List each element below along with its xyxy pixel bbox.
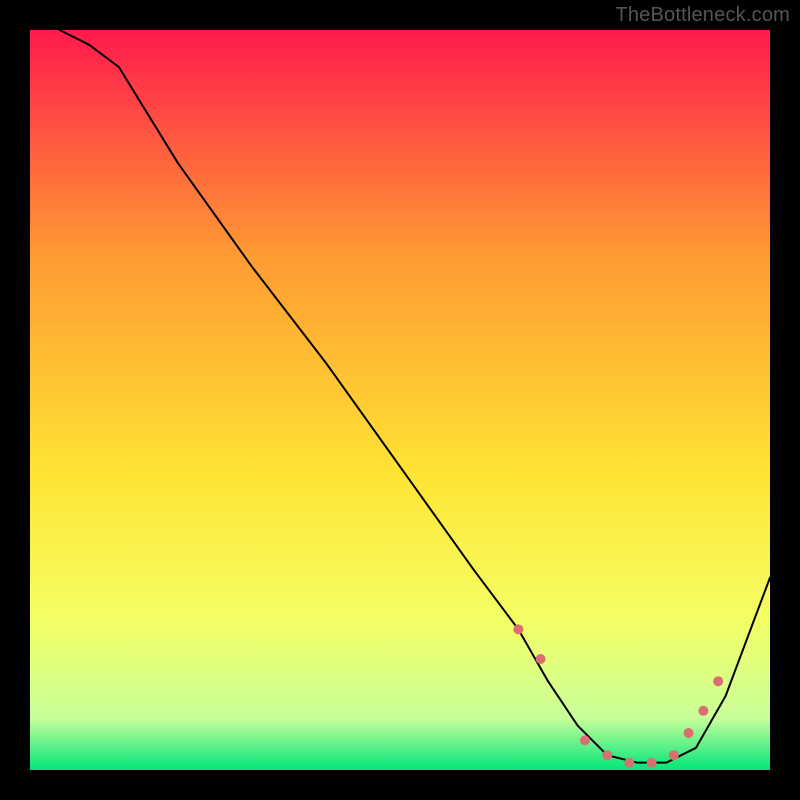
data-marker (624, 758, 634, 768)
data-marker (580, 735, 590, 745)
data-marker (513, 624, 523, 634)
data-marker (669, 750, 679, 760)
attribution-text: TheBottleneck.com (615, 4, 790, 27)
markers-group (513, 624, 723, 767)
data-marker (684, 728, 694, 738)
plot-area (30, 30, 770, 770)
data-marker (536, 654, 546, 664)
chart-svg (30, 30, 770, 770)
data-marker (713, 676, 723, 686)
curve-group (60, 30, 770, 763)
data-marker (698, 706, 708, 716)
bottleneck-curve (60, 30, 770, 763)
data-marker (647, 758, 657, 768)
data-marker (602, 750, 612, 760)
